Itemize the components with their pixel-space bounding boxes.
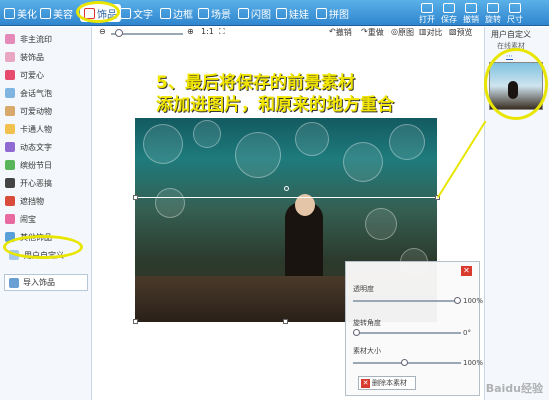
zoom-out-icon[interactable]: ⊖ [99, 27, 106, 36]
open-icon [421, 3, 433, 13]
festival-icon [5, 160, 15, 170]
text-icon [120, 7, 131, 19]
bokeh-circle [155, 188, 185, 218]
transparency-knob[interactable] [454, 297, 461, 304]
resize-handle-bottom[interactable] [283, 319, 288, 324]
original-button[interactable]: ◎ 原图 [391, 27, 414, 37]
bokeh-circle [143, 124, 183, 164]
undo-top-button[interactable]: 撤销 [462, 3, 480, 25]
delete-icon: ✕ [361, 378, 370, 388]
occluder-icon [5, 196, 15, 206]
watermark: Baidu经验 [485, 382, 543, 395]
sidebar-item-0[interactable]: 非主流印 [5, 30, 52, 48]
material-properties-panel: ✕ 透明度 100% 旋转角度 0° 素材大小 100% ✕ 删除本素材 [345, 261, 484, 396]
treasure-icon [5, 214, 15, 224]
highlight-ring-decorations-tab [76, 1, 120, 23]
right-panel-title: 用户自定义 [491, 30, 531, 39]
sidebar-item-2[interactable]: 可爱心 [5, 66, 44, 84]
prank-icon [5, 178, 15, 188]
rotate-slider[interactable] [353, 329, 461, 336]
size-button[interactable]: 尺寸 [506, 3, 524, 25]
sidebar-item-9[interactable]: 遮挡物 [5, 192, 44, 210]
dolls-icon [276, 7, 287, 19]
sidebar-item-6[interactable]: 动态文字 [5, 138, 52, 156]
left-sidebar: 非主流印 装饰品 可爱心 会话气泡 可爱动物 卡通人物 动态文字 缤纷节日 开心… [0, 27, 92, 400]
zoom-1to1-button[interactable]: 1:1 [201, 27, 214, 36]
import-decoration-button[interactable]: 导入饰品 [4, 274, 88, 291]
compare-button[interactable]: ▥ 对比 [419, 27, 443, 37]
zoom-in-icon[interactable]: ⊕ [187, 27, 194, 36]
flash-icon [238, 7, 249, 19]
zoom-slider-knob[interactable] [115, 29, 123, 37]
save-button[interactable]: 保存 [440, 3, 458, 25]
selection-line [135, 197, 437, 198]
highlight-ring-thumbnail [484, 48, 548, 120]
resize-handle-left[interactable] [133, 195, 138, 200]
size-knob[interactable] [401, 359, 408, 366]
tab-collage[interactable]: 拼图 [316, 4, 349, 22]
stamp-icon [5, 34, 15, 44]
sidebar-item-1[interactable]: 装饰品 [5, 48, 44, 66]
size-slider[interactable] [353, 359, 461, 366]
bokeh-circle [389, 124, 425, 160]
tab-text[interactable]: 文字 [120, 4, 153, 22]
save-icon [443, 3, 455, 13]
heart-icon [5, 70, 15, 80]
beautify-icon [4, 7, 15, 19]
scenes-icon [198, 7, 209, 19]
size-value: 100% [463, 359, 484, 367]
sidebar-item-3[interactable]: 会话气泡 [5, 84, 52, 102]
transparency-slider[interactable] [353, 297, 461, 304]
rotate-icon [487, 3, 499, 13]
tab-frames[interactable]: 边框 [160, 4, 193, 22]
bokeh-circle [235, 132, 281, 178]
undo-icon [465, 3, 477, 13]
preview-button[interactable]: ▧ 预览 [449, 27, 473, 37]
bokeh-circle [343, 142, 383, 182]
tab-beauty[interactable]: 美容 [40, 4, 73, 22]
delete-material-button[interactable]: ✕ 删除本素材 [358, 376, 416, 390]
tab-beautify[interactable]: 美化 [4, 4, 37, 22]
frames-icon [160, 7, 171, 19]
rotate-knob[interactable] [353, 329, 360, 336]
canvas-toolbar: ⊖ ⊕ 1:1 ⛶ ↶ 撤销 ↷ 重做 ◎ 原图 ▥ 对比 ▧ 预览 [93, 27, 483, 41]
transparency-label: 透明度 [353, 285, 374, 293]
bokeh-circle [365, 208, 397, 240]
undo-button[interactable]: ↶ 撤销 [329, 27, 352, 37]
highlight-ring-custom [3, 235, 83, 259]
rotate-value: 0° [463, 329, 471, 337]
sidebar-item-8[interactable]: 开心恶搞 [5, 174, 52, 192]
animated-text-icon [5, 142, 15, 152]
collage-icon [316, 7, 327, 19]
instruction-line-2: 添加进图片，和原来的地方重合 [156, 95, 394, 115]
beauty-icon [40, 7, 51, 19]
size-label: 素材大小 [353, 347, 381, 355]
cartoon-icon [5, 124, 15, 134]
sidebar-item-10[interactable]: 闹宝 [5, 210, 36, 228]
ornament-icon [5, 52, 15, 62]
tab-scenes[interactable]: 场景 [198, 4, 231, 22]
animal-icon [5, 106, 15, 116]
tab-dolls[interactable]: 娃娃 [276, 4, 309, 22]
transparency-value: 100% [463, 297, 484, 305]
import-icon [9, 277, 19, 288]
speech-bubble-icon [5, 88, 15, 98]
bokeh-circle [193, 120, 221, 148]
fit-screen-icon[interactable]: ⛶ [219, 27, 225, 37]
open-button[interactable]: 打开 [418, 3, 436, 25]
sidebar-item-5[interactable]: 卡通人物 [5, 120, 52, 138]
resize-handle-bottom-left[interactable] [133, 319, 138, 324]
rotate-handle[interactable] [284, 186, 289, 191]
sidebar-item-7[interactable]: 缤纷节日 [5, 156, 52, 174]
rotate-button[interactable]: 旋转 [484, 3, 502, 25]
rotate-label: 旋转角度 [353, 319, 381, 327]
sidebar-item-4[interactable]: 可爱动物 [5, 102, 52, 120]
redo-button[interactable]: ↷ 重做 [361, 27, 384, 37]
tab-flash[interactable]: 闪图 [238, 4, 271, 22]
panel-close-button[interactable]: ✕ [461, 266, 472, 276]
bokeh-circle [295, 122, 329, 156]
size-icon [509, 3, 521, 13]
